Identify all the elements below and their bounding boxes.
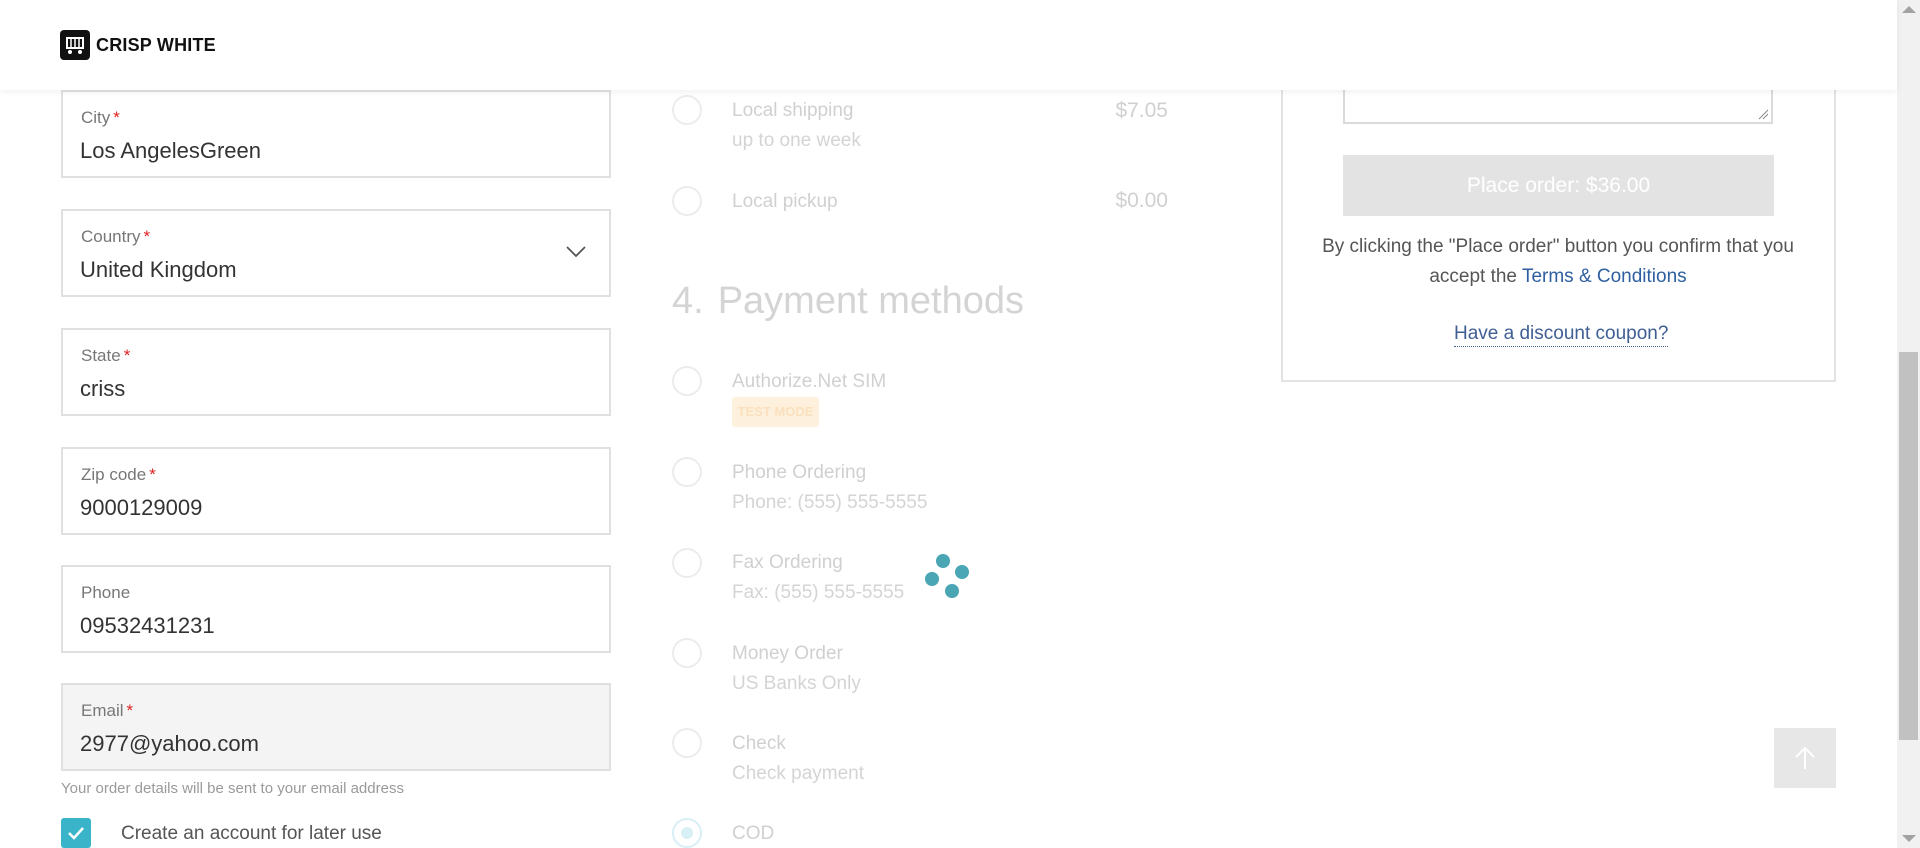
- payment-methods-heading: 4. Payment methods: [672, 280, 1024, 322]
- email-field[interactable]: Email * 2977@yahoo.com: [61, 683, 611, 771]
- payment-option-title: Check: [732, 733, 786, 754]
- email-hint: Your order details will be sent to your …: [61, 780, 404, 797]
- shipping-radio-local-shipping[interactable]: [672, 95, 702, 125]
- shipping-option-subtitle: up to one week: [732, 130, 861, 151]
- payment-option-title: Fax Ordering: [732, 552, 843, 573]
- test-mode-badge: TEST MODE: [732, 397, 819, 427]
- radio-selected-dot: [681, 827, 693, 839]
- payment-option-subtitle: Check payment: [732, 763, 865, 784]
- create-account-label[interactable]: Create an account for later use: [121, 823, 382, 845]
- scroll-down-arrow-icon[interactable]: [1902, 835, 1916, 842]
- country-value[interactable]: United Kingdom: [80, 257, 237, 283]
- payment-radio-fax[interactable]: [672, 548, 702, 578]
- state-field[interactable]: State * criss: [61, 328, 611, 416]
- brand-name: CRISP WHITE: [96, 34, 216, 55]
- email-value[interactable]: 2977@yahoo.com: [80, 731, 259, 757]
- payment-radio-cod[interactable]: [672, 818, 702, 848]
- terms-link[interactable]: Terms & Conditions: [1522, 266, 1687, 287]
- create-account-checkbox[interactable]: [61, 818, 91, 848]
- state-label: State *: [81, 346, 131, 365]
- shipping-option-title: Local pickup: [732, 191, 838, 212]
- discount-coupon-link[interactable]: Have a discount coupon?: [1454, 323, 1669, 347]
- shipping-option-title: Local shipping: [732, 100, 854, 121]
- terms-confirmation: By clicking the "Place order" button you…: [1310, 232, 1806, 292]
- zip-label: Zip code *: [81, 465, 156, 484]
- zip-value[interactable]: 9000129009: [80, 495, 202, 521]
- city-field[interactable]: City * Los AngelesGreen: [61, 90, 611, 178]
- zip-field[interactable]: Zip code * 9000129009: [61, 447, 611, 535]
- shipping-option-price: $7.05: [1115, 99, 1168, 122]
- arrow-up-icon: [1795, 746, 1815, 769]
- email-label: Email *: [81, 701, 134, 720]
- payment-option-title: COD: [732, 823, 775, 844]
- brand-logo[interactable]: CRISP WHITE: [60, 30, 216, 60]
- cart-logo-icon: [60, 30, 90, 60]
- shipping-radio-local-pickup[interactable]: [672, 186, 702, 216]
- phone-field[interactable]: Phone 09532431231: [61, 565, 611, 653]
- shipping-option-price: $0.00: [1115, 189, 1168, 212]
- scrollbar-thumb[interactable]: [1899, 352, 1918, 740]
- scroll-up-arrow-icon[interactable]: [1902, 6, 1916, 13]
- payment-radio-check[interactable]: [672, 728, 702, 758]
- payment-option-title: Authorize.Net SIM: [732, 371, 887, 392]
- payment-option-subtitle: US Banks Only: [732, 673, 861, 694]
- phone-label: Phone: [81, 583, 131, 602]
- resize-handle-icon[interactable]: [1757, 108, 1769, 120]
- payment-option-subtitle: Phone: (555) 555-5555: [732, 492, 928, 513]
- state-value[interactable]: criss: [80, 376, 125, 402]
- phone-value[interactable]: 09532431231: [80, 613, 215, 639]
- scroll-to-top-button[interactable]: [1774, 728, 1836, 788]
- country-select[interactable]: Country * United Kingdom: [61, 209, 611, 297]
- payment-radio-phone[interactable]: [672, 457, 702, 487]
- loading-spinner-icon: [920, 550, 975, 605]
- check-icon: [68, 827, 84, 840]
- country-label: Country *: [81, 227, 151, 246]
- payment-radio-authorize[interactable]: [672, 366, 702, 396]
- payment-option-title: Money Order: [732, 643, 843, 664]
- city-label: City *: [81, 108, 120, 127]
- chevron-down-icon[interactable]: [565, 245, 587, 264]
- city-value[interactable]: Los AngelesGreen: [80, 138, 261, 164]
- payment-option-title: Phone Ordering: [732, 462, 867, 483]
- payment-option-subtitle: Fax: (555) 555-5555: [732, 582, 905, 603]
- payment-radio-money-order[interactable]: [672, 638, 702, 668]
- site-header: CRISP WHITE: [0, 0, 1897, 90]
- place-order-button[interactable]: Place order: $36.00: [1343, 155, 1774, 216]
